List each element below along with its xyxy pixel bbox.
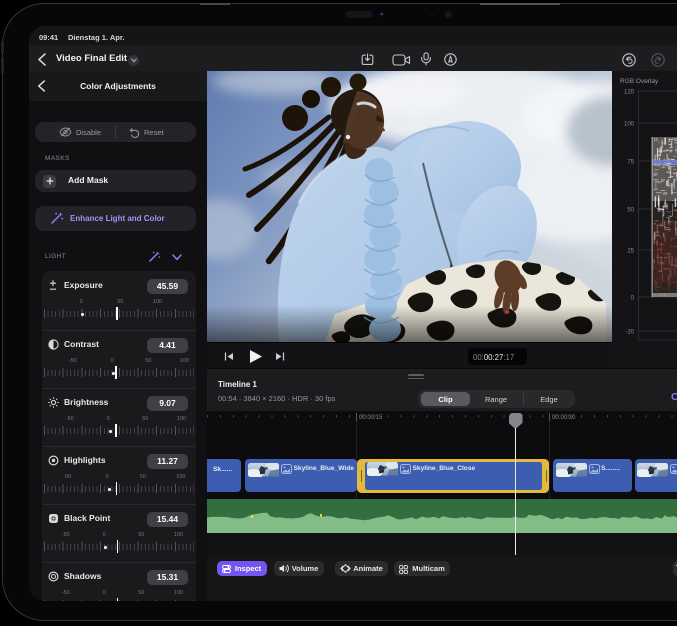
svg-text:00:00:27:17: 00:00:27:17: [473, 353, 514, 362]
svg-text:-20: -20: [625, 330, 634, 336]
svg-text:100: 100: [624, 122, 635, 128]
svg-text:RGB Overlay: RGB Overlay: [620, 78, 659, 85]
svg-text:75: 75: [627, 160, 634, 166]
svg-text:25: 25: [627, 249, 634, 255]
svg-text:120: 120: [624, 90, 635, 96]
svg-text:50: 50: [627, 208, 634, 214]
